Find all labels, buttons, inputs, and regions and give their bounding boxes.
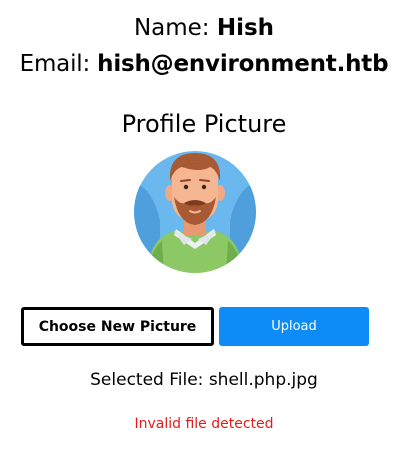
upload-button[interactable]: Upload [219,307,369,346]
selected-file-name: shell.php.jpg [208,370,318,390]
name-value: Hish [216,15,275,41]
error-message: Invalid file detected [134,416,274,432]
name-label: Name: [133,15,210,41]
bearded-man-avatar-icon [134,151,256,273]
avatar [134,151,256,273]
selected-file-line: Selected File: shell.php.jpg [0,368,408,392]
email-line: Email: hish@environment.htb [0,48,408,80]
name-line: Name: Hish [0,12,408,44]
choose-new-picture-button[interactable]: Choose New Picture [21,307,214,346]
selected-file-label: Selected File: [90,370,204,390]
profile-picture-title: Profile Picture [121,110,287,138]
email-label: Email: [19,51,91,77]
email-value: hish@environment.htb [97,51,389,77]
